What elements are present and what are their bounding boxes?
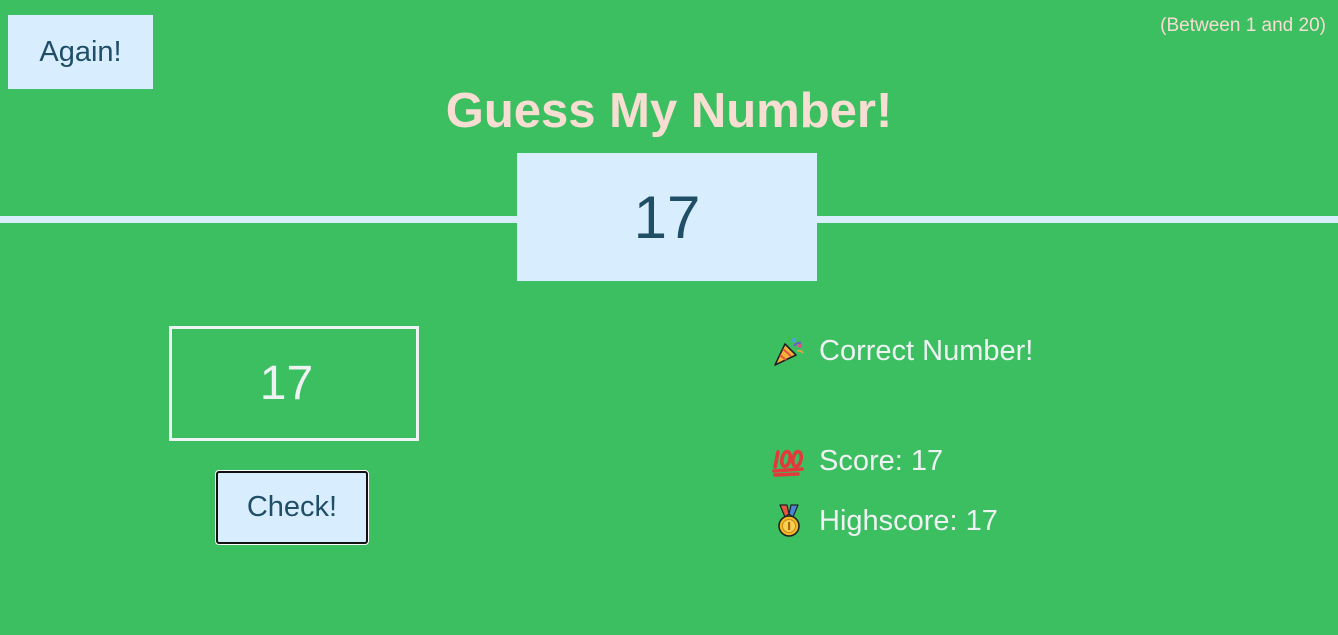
medal-icon: [778, 504, 800, 537]
secret-number-value: 17: [633, 183, 701, 251]
party-popper-icon: [774, 336, 804, 366]
highscore-text: Highscore: 17: [819, 504, 998, 537]
message-text: Correct Number!: [819, 334, 1034, 367]
again-button[interactable]: Again!: [8, 15, 153, 89]
page-title: Guess My Number!: [445, 84, 893, 138]
secret-number-display: 17: [517, 153, 817, 281]
range-hint: (Between 1 and 20): [1160, 15, 1326, 36]
check-button[interactable]: Check!: [216, 471, 368, 544]
message-row: Correct Number!: [772, 334, 1033, 368]
score-text: Score: 17: [819, 444, 944, 477]
guess-input[interactable]: [169, 326, 419, 441]
hundred-points-icon: [772, 449, 804, 477]
highscore-row: Highscore: 17: [772, 504, 998, 538]
score-row: Score: 17: [772, 444, 943, 478]
